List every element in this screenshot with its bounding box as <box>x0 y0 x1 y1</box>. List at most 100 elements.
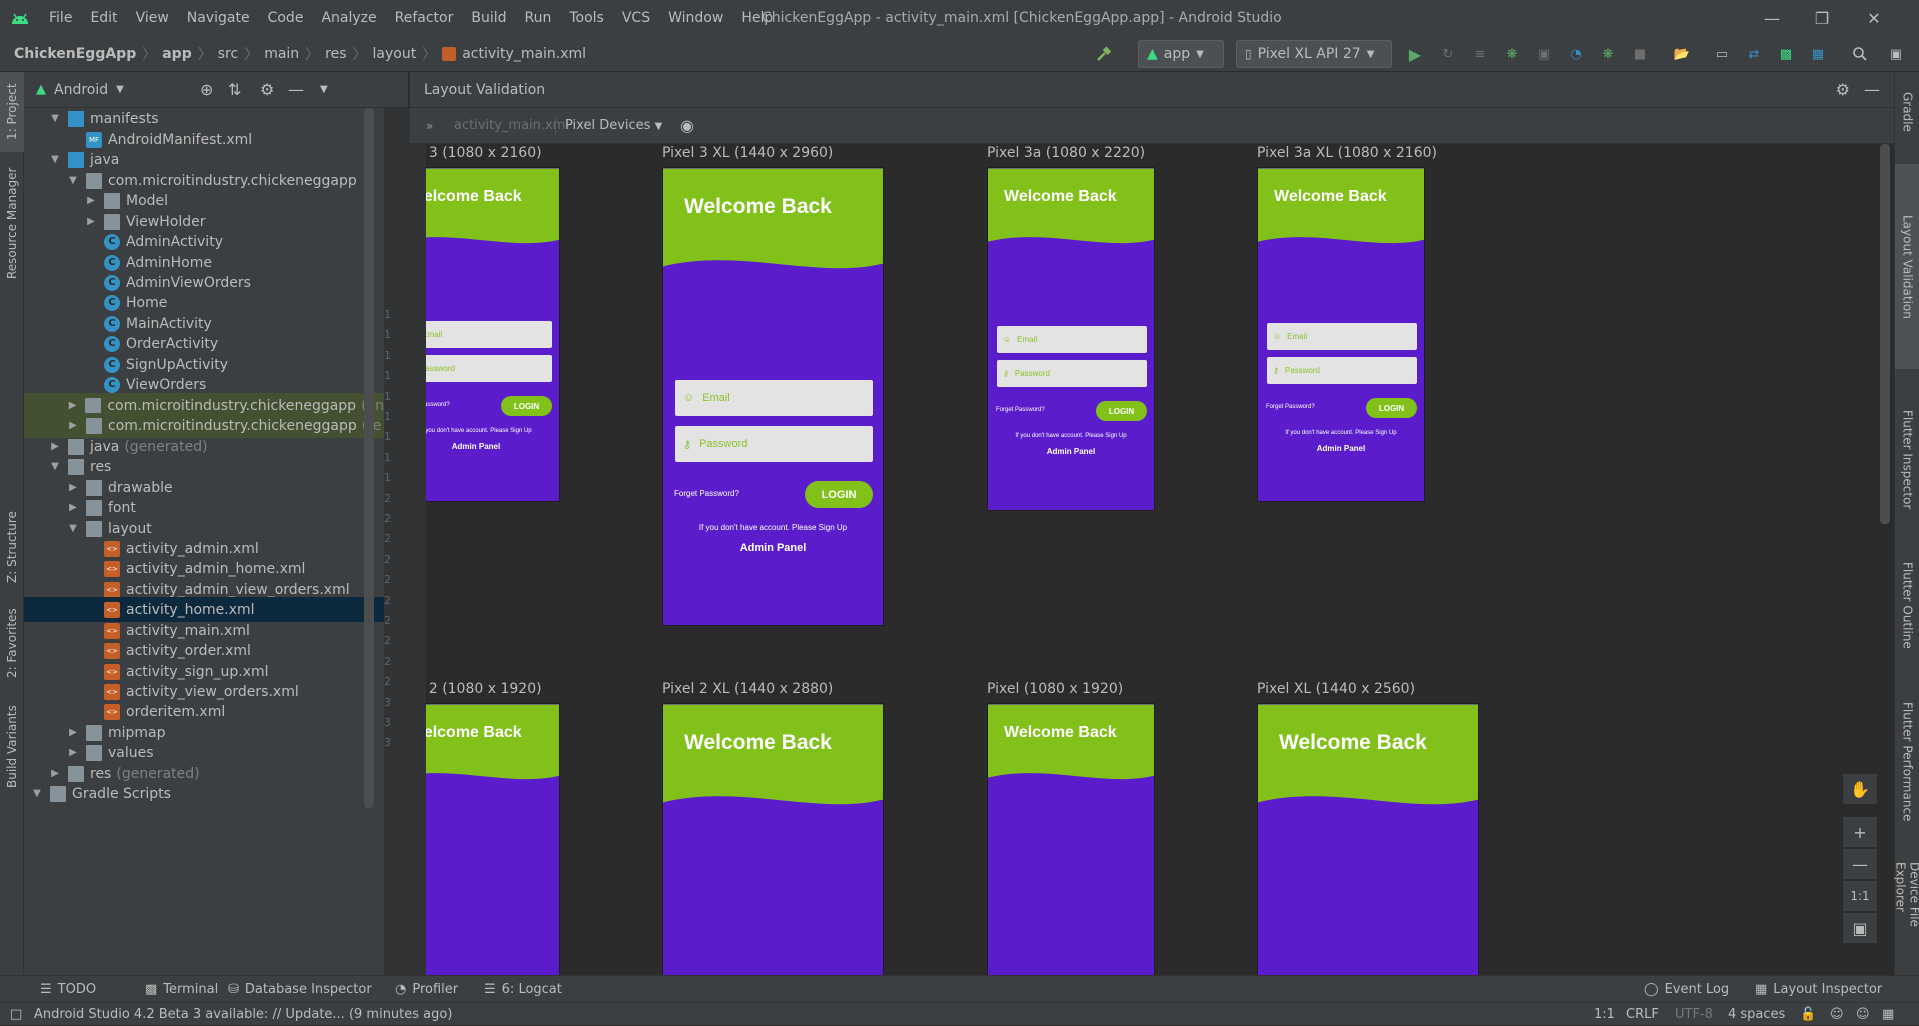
file-tab[interactable]: activity_main.xml <box>454 108 569 144</box>
chevron-down-icon[interactable]: ▼ <box>116 84 124 95</box>
debug-icon[interactable]: ❋ <box>1500 42 1524 66</box>
locate-icon[interactable]: ⊕ <box>200 80 213 99</box>
breadcrumb-item[interactable]: src <box>212 46 244 62</box>
status-toggle-icon[interactable]: □ <box>10 1003 22 1026</box>
line-separator[interactable]: CRLF <box>1626 1003 1659 1026</box>
admin-panel-link[interactable]: Admin Panel <box>988 447 1154 456</box>
menu-refactor[interactable]: Refactor <box>386 0 463 36</box>
tab-device-file-explorer[interactable]: Device File Explorer <box>1895 862 1919 972</box>
login-button[interactable]: LOGIN <box>805 481 873 508</box>
indent-setting[interactable]: 4 spaces <box>1728 1003 1785 1026</box>
minimize-button[interactable]: — <box>1747 0 1797 36</box>
hide-panel-icon[interactable]: — <box>288 80 304 99</box>
menu-vcs[interactable]: VCS <box>613 0 659 36</box>
breadcrumb-item[interactable]: res <box>319 46 352 62</box>
tab-project[interactable]: 1: Project <box>0 72 24 152</box>
file-encoding[interactable]: UTF-8 <box>1675 1003 1713 1026</box>
chevron-down-icon[interactable]: ▼ <box>48 113 62 124</box>
forget-password-link[interactable]: Forget Password? <box>1266 404 1315 410</box>
layout-inspector-icon[interactable]: ▦ <box>1806 42 1830 66</box>
menu-navigate[interactable]: Navigate <box>178 0 259 36</box>
breadcrumb-item[interactable]: layout <box>367 46 423 62</box>
tab-structure[interactable]: Z: Structure <box>0 502 24 592</box>
breadcrumb-item[interactable]: app <box>156 46 198 62</box>
attach-profiler-icon[interactable]: ❋ <box>1596 42 1620 66</box>
attach-debugger-icon[interactable]: ▣ <box>1532 42 1556 66</box>
signup-link[interactable]: If you don't have account. Please Sign U… <box>663 523 883 532</box>
zoom-out-icon[interactable]: — <box>1843 849 1877 879</box>
phone-preview[interactable]: Welcome Back☺Email⚷PasswordForget Passwo… <box>426 167 560 502</box>
email-field[interactable]: ☺Email <box>675 380 873 416</box>
avd-manager-icon[interactable]: ⇄ <box>1742 42 1766 66</box>
chevron-right-icon[interactable]: ▶ <box>66 482 80 493</box>
email-field[interactable]: ☺Email <box>426 321 552 348</box>
email-field[interactable]: ☺Email <box>997 326 1147 353</box>
chevron-right-icon[interactable]: ▶ <box>66 727 80 738</box>
menu-code[interactable]: Code <box>259 0 313 36</box>
phone-preview[interactable]: Welcome Back☺Email⚷PasswordForget Passwo… <box>987 167 1155 511</box>
pan-icon[interactable]: ✋ <box>1843 774 1877 804</box>
make-project-hammer-icon[interactable] <box>1092 42 1116 66</box>
profile-icon[interactable]: ◔ <box>1564 42 1588 66</box>
tab-todo[interactable]: ☰TODO <box>40 976 96 1003</box>
apply-changes-icon[interactable]: ↻ <box>1436 42 1460 66</box>
tab-logcat[interactable]: ☰6: Logcat <box>484 976 562 1003</box>
tab-flutter-performance[interactable]: Flutter Performance <box>1895 687 1919 837</box>
search-icon[interactable] <box>1848 42 1872 66</box>
chevron-down-icon[interactable]: ▼ <box>30 788 44 799</box>
menu-tools[interactable]: Tools <box>560 0 613 36</box>
status-message[interactable]: Android Studio 4.2 Beta 3 available: // … <box>34 1003 452 1026</box>
tab-event-log[interactable]: ◯Event Log <box>1644 976 1729 1003</box>
breadcrumb-item[interactable]: ChickenEggApp <box>8 46 142 62</box>
chevron-down-icon[interactable]: ▼ <box>48 154 62 165</box>
forget-password-link[interactable]: Forget Password? <box>426 402 450 408</box>
admin-panel-link[interactable]: Admin Panel <box>1258 444 1424 453</box>
phone-preview[interactable]: Welcome Back <box>426 703 560 975</box>
chevron-down-icon[interactable]: ▼ <box>66 175 80 186</box>
tab-layout-inspector[interactable]: ▦Layout Inspector <box>1755 976 1882 1003</box>
chevron-right-icon[interactable]: ▶ <box>48 441 62 452</box>
chevron-right-icon[interactable]: ▶ <box>48 768 62 779</box>
run-config-select[interactable]: ▲ app ▼ <box>1138 40 1224 68</box>
run-icon[interactable]: ▶ <box>1403 42 1427 66</box>
menu-run[interactable]: Run <box>516 0 561 36</box>
gear-icon[interactable]: ⚙ <box>1836 80 1850 99</box>
tab-layout-validation[interactable]: Layout Validation <box>1895 164 1919 369</box>
tab-flutter-inspector[interactable]: Flutter Inspector <box>1895 397 1919 522</box>
admin-panel-link[interactable]: Admin Panel <box>426 442 559 451</box>
tree-item[interactable]: ▼Gradle Scripts <box>24 781 384 806</box>
eye-icon[interactable]: ◉ <box>680 116 694 135</box>
login-button[interactable]: LOGIN <box>1096 401 1147 421</box>
zoom-actual-button[interactable]: 1:1 <box>1843 881 1877 911</box>
phone-preview[interactable]: Welcome Back☺Email⚷PasswordForget Passwo… <box>662 167 884 626</box>
forget-password-link[interactable]: Forget Password? <box>996 407 1045 413</box>
menu-view[interactable]: View <box>127 0 178 36</box>
sdk-manager-icon[interactable]: ▩ <box>1774 42 1798 66</box>
gear-icon[interactable]: ⚙ <box>260 80 274 99</box>
tab-favorites[interactable]: 2: Favorites <box>0 598 24 688</box>
chevron-right-icon[interactable]: ▶ <box>84 216 98 227</box>
chevron-down-icon[interactable]: ▼ <box>320 84 328 95</box>
menu-edit[interactable]: Edit <box>81 0 126 36</box>
email-field[interactable]: ☺Email <box>1267 323 1417 350</box>
settings-sync-icon[interactable]: ▣ <box>1884 42 1908 66</box>
canvas-scrollbar[interactable] <box>1880 144 1890 524</box>
project-scrollbar[interactable] <box>364 108 374 808</box>
signup-link[interactable]: If you don't have account. Please Sign U… <box>426 428 559 434</box>
forget-password-link[interactable]: Forget Password? <box>674 489 739 498</box>
chevron-right-icon[interactable]: ▶ <box>66 400 79 411</box>
memory-indicator-icon[interactable]: ▦ <box>1882 1003 1894 1026</box>
close-window-button[interactable]: ✕ <box>1849 0 1899 36</box>
password-field[interactable]: ⚷Password <box>997 360 1147 387</box>
project-view-select[interactable]: Android <box>54 82 108 98</box>
caret-position[interactable]: 1:1 <box>1594 1003 1615 1026</box>
password-field[interactable]: ⚷Password <box>1267 357 1417 384</box>
breadcrumb-item[interactable]: main <box>258 46 305 62</box>
chevron-down-icon[interactable]: ▼ <box>66 523 80 534</box>
login-button[interactable]: LOGIN <box>501 396 552 416</box>
phone-preview[interactable]: Welcome Back <box>1257 703 1479 975</box>
password-field[interactable]: ⚷Password <box>426 355 552 382</box>
menu-window[interactable]: Window <box>659 0 732 36</box>
password-field[interactable]: ⚷Password <box>675 426 873 462</box>
tab-database-inspector[interactable]: ⛁Database Inspector <box>228 976 372 1003</box>
